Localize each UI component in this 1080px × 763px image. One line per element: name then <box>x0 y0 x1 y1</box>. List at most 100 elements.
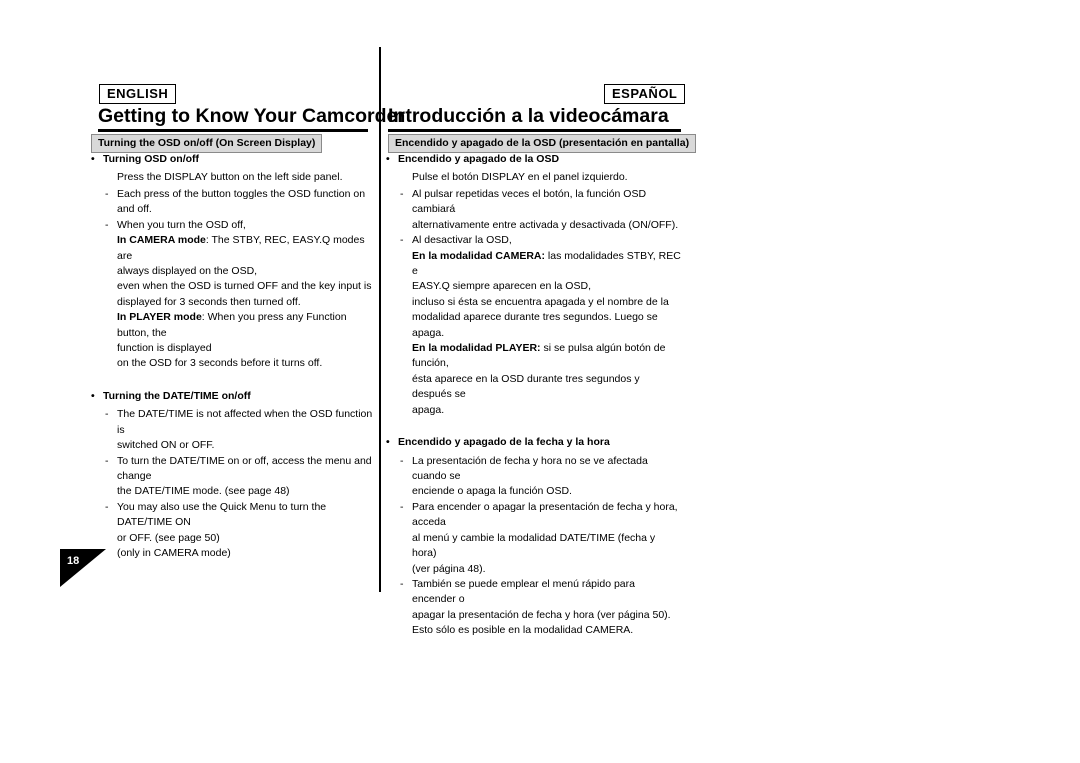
body-line-dash: - The DATE/TIME is not affected when the … <box>91 407 376 438</box>
body-line-dash: - Each press of the button toggles the OS… <box>91 187 376 218</box>
body-line-dash: - Al pulsar repetidas veces el botón, la … <box>386 187 681 218</box>
body-line-dash: - Para encender o apagar la presentación … <box>386 500 681 531</box>
column-divider <box>379 47 381 592</box>
body-line-dash: - La presentación de fecha y hora no se v… <box>386 454 681 485</box>
body-line-paragraph: Press the DISPLAY button on the left sid… <box>91 170 376 185</box>
dash-icon: - <box>105 408 109 421</box>
body-line: En la modalidad PLAYER: si se pulsa algú… <box>386 341 681 372</box>
dash-icon: - <box>400 454 404 467</box>
body-line-text: To turn the DATE/TIME on or off, access … <box>117 454 372 483</box>
body-line-text: the DATE/TIME mode. (see page 48) <box>117 485 290 498</box>
body-line-text: Esto sólo es posible en la modalidad CAM… <box>412 624 634 637</box>
body-line-text: Pulse el botón DISPLAY en el panel izqui… <box>412 171 628 184</box>
body-line: even when the OSD is turned OFF and the … <box>91 279 376 294</box>
body-line: al menú y cambie la modalidad DATE/TIME … <box>386 531 681 562</box>
body-line: Esto sólo es posible en la modalidad CAM… <box>386 623 681 638</box>
body-line: alternativamente entre activada y desact… <box>386 218 681 233</box>
dash-icon: - <box>400 577 404 590</box>
subsection-heading: • Turning the DATE/TIME on/off <box>91 389 376 404</box>
bullet-icon: • <box>386 153 390 165</box>
body-line-text: Each press of the button toggles the OSD… <box>117 187 366 216</box>
body-column-english: • Turning OSD on/off Press the DISPLAY but… <box>91 148 376 562</box>
body-line: displayed for 3 seconds then turned off. <box>91 295 376 310</box>
body-line: switched ON or OFF. <box>91 438 376 453</box>
body-line: EASY.Q siempre aparecen en la OSD, <box>386 279 681 294</box>
dash-icon: - <box>400 234 404 247</box>
title-rule-english <box>98 129 368 132</box>
page-number-marker: 18 <box>60 549 106 587</box>
body-line-text: displayed for 3 seconds then turned off. <box>117 295 301 308</box>
body-line-text: (ver página 48). <box>412 562 486 575</box>
body-line-text: even when the OSD is turned OFF and the … <box>117 280 372 293</box>
dash-icon: - <box>400 187 404 200</box>
page-title-english: Getting to Know Your Camcorder <box>98 105 405 127</box>
subsection-heading: • Encendido y apagado de la fecha y la ho… <box>386 435 681 450</box>
subsection-heading: • Encendido y apagado de la OSD <box>386 152 681 167</box>
body-line-dash: - También se puede emplear el menú rápido… <box>386 577 681 608</box>
dash-icon: - <box>105 500 109 513</box>
subsection-heading-label: Encendido y apagado de la fecha y la hor… <box>398 436 610 449</box>
body-line-text: También se puede emplear el menú rápido … <box>412 577 635 606</box>
page-number: 18 <box>67 555 80 567</box>
body-line: or OFF. (see page 50) <box>91 531 376 546</box>
body-line: apagar la presentación de fecha y hora (… <box>386 608 681 623</box>
body-column-spanish: • Encendido y apagado de la OSD Pulse el b… <box>386 148 681 639</box>
body-line-text: or OFF. (see page 50) <box>117 531 220 544</box>
body-line-dash: - Al desactivar la OSD, <box>386 233 681 248</box>
page-title-spanish: Introducción a la videocámara <box>388 105 669 127</box>
body-line-text: Press the DISPLAY button on the left sid… <box>117 171 343 184</box>
body-line: (only in CAMERA mode) <box>91 546 376 561</box>
body-line-text: Al desactivar la OSD, <box>412 234 512 247</box>
body-line-text: incluso si ésta se encuentra apagada y e… <box>412 295 669 308</box>
dash-icon: - <box>105 187 109 200</box>
body-line: always displayed on the OSD, <box>91 264 376 279</box>
body-line-text: You may also use the Quick Menu to turn … <box>117 500 327 529</box>
dash-icon: - <box>105 454 109 467</box>
body-line: enciende o apaga la función OSD. <box>386 484 681 499</box>
subsection-heading-label: Turning the DATE/TIME on/off <box>103 389 251 402</box>
body-line: function is displayed <box>91 341 376 356</box>
body-line-bold: In PLAYER mode <box>117 311 202 324</box>
body-line: In PLAYER mode: When you press any Funct… <box>91 310 376 341</box>
manual-page: ENGLISH ESPAÑOL Getting to Know Your Cam… <box>0 0 1080 763</box>
body-line-paragraph: Pulse el botón DISPLAY en el panel izqui… <box>386 170 681 185</box>
body-line-text: Para encender o apagar la presentación d… <box>412 500 678 529</box>
body-line: (ver página 48). <box>386 562 681 577</box>
body-line-text: The DATE/TIME is not affected when the O… <box>117 408 373 436</box>
subsection-heading: • Turning OSD on/off <box>91 152 376 167</box>
bullet-icon: • <box>386 436 390 449</box>
body-line-text: La presentación de fecha y hora no se ve… <box>412 454 648 483</box>
body-line-text: ésta aparece en la OSD durante tres segu… <box>412 372 640 401</box>
body-line-text: modalidad aparece durante tres segundos.… <box>412 311 658 339</box>
dash-icon: - <box>105 218 109 231</box>
body-line: modalidad aparece durante tres segundos.… <box>386 310 681 341</box>
body-line-text: apaga. <box>412 403 445 416</box>
body-line-text: on the OSD for 3 seconds before it turns… <box>117 357 323 370</box>
body-line-dash: - You may also use the Quick Menu to turn… <box>91 500 376 531</box>
body-line-text: (only in CAMERA mode) <box>117 547 231 560</box>
body-line-dash: - To turn the DATE/TIME on or off, access… <box>91 454 376 485</box>
body-line-bold: En la modalidad PLAYER: <box>412 342 541 355</box>
body-line: In CAMERA mode: The STBY, REC, EASY.Q mo… <box>91 233 376 264</box>
body-line-text: al menú y cambie la modalidad DATE/TIME … <box>412 531 656 560</box>
body-line: apaga. <box>386 403 681 418</box>
body-line-text: switched ON or OFF. <box>117 439 215 452</box>
bullet-icon: • <box>91 153 95 165</box>
body-line-bold: In CAMERA mode <box>117 234 206 247</box>
body-line-text: apagar la presentación de fecha y hora (… <box>412 608 671 621</box>
body-line: En la modalidad CAMERA: las modalidades … <box>386 249 681 280</box>
language-tag-english: ENGLISH <box>99 84 177 104</box>
body-line-text: always displayed on the OSD, <box>117 264 258 277</box>
body-line: incluso si ésta se encuentra apagada y e… <box>386 295 681 310</box>
bullet-icon: • <box>91 389 95 402</box>
body-line-text: Al pulsar repetidas veces el botón, la f… <box>412 187 647 216</box>
subsection-heading-label: Encendido y apagado de la OSD <box>398 153 560 165</box>
body-line-dash: - When you turn the OSD off, <box>91 218 376 233</box>
subsection-heading-label: Turning OSD on/off <box>103 153 200 165</box>
dash-icon: - <box>400 500 404 513</box>
body-line-bold: En la modalidad CAMERA: <box>412 249 546 262</box>
body-line-text: EASY.Q siempre aparecen en la OSD, <box>412 280 591 293</box>
body-line-text: enciende o apaga la función OSD. <box>412 485 572 498</box>
